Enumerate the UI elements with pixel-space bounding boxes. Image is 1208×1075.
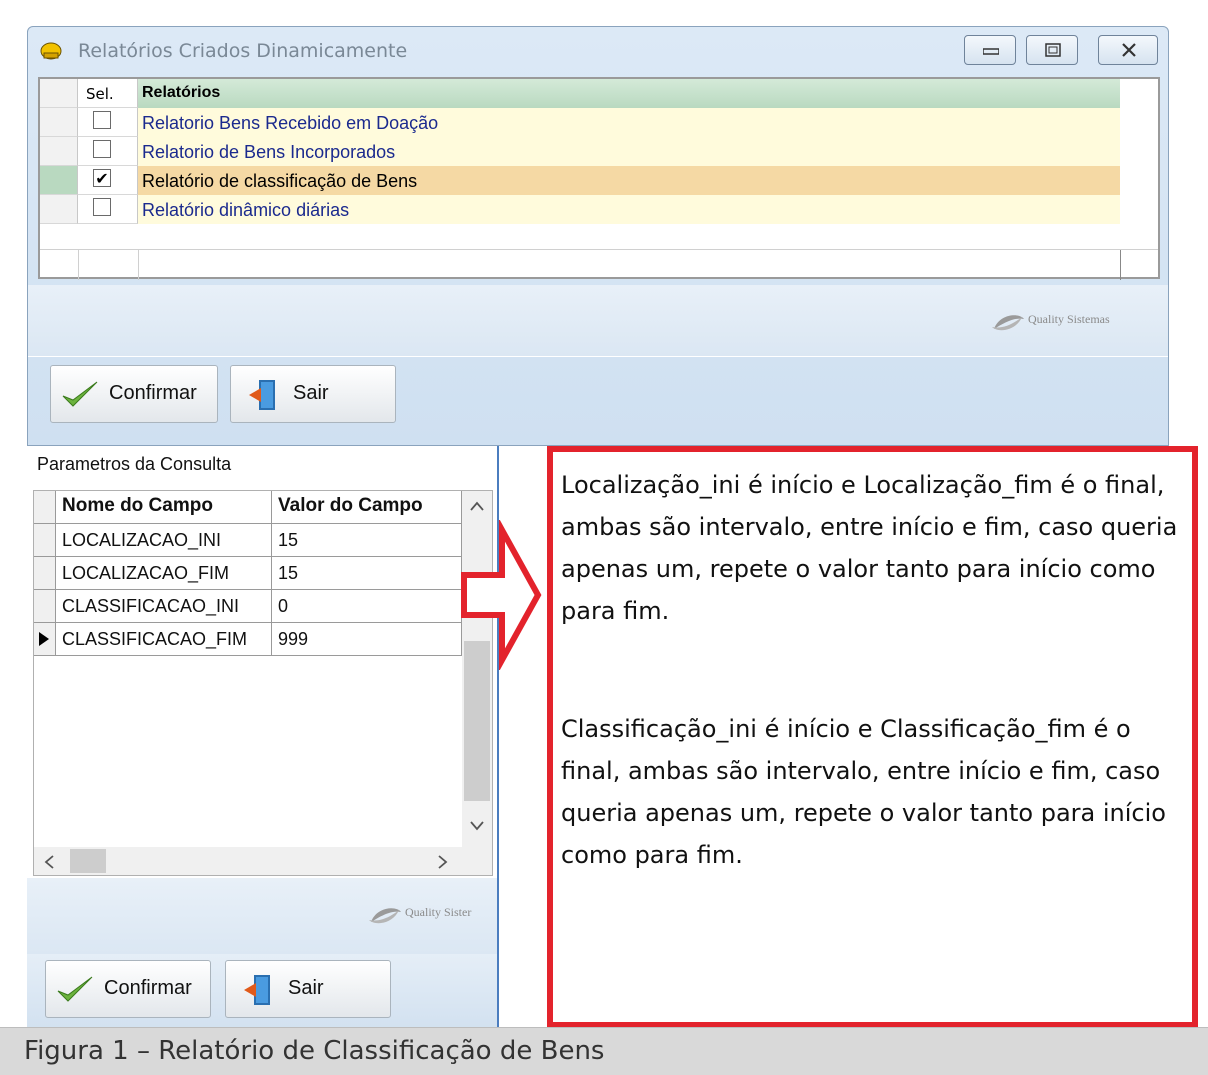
exit-button[interactable]: Sair <box>230 365 396 423</box>
logo-swirl-icon <box>369 908 401 924</box>
window-title: Relatórios Criados Dinamicamente <box>78 40 408 62</box>
checkbox-cell <box>78 137 138 166</box>
params-title: Parametros da Consulta <box>37 454 232 474</box>
confirm-label: Confirmar <box>104 977 192 999</box>
value-column-header[interactable]: Valor do Campo <box>272 491 462 524</box>
report-checkbox[interactable] <box>93 140 111 158</box>
scroll-down-icon[interactable] <box>470 821 484 831</box>
report-row[interactable]: Relatorio de Bens Incorporados <box>40 137 1158 166</box>
row-indicator <box>34 524 56 557</box>
current-row-arrow-icon <box>39 632 49 646</box>
param-row[interactable]: LOCALIZACAO_INI 15 <box>34 524 462 557</box>
logo-bar: Quality Sistemas <box>28 285 1168 357</box>
scroll-left-icon[interactable] <box>44 855 54 869</box>
note-paragraph-classificacao: Classificação_ini é início e Classificaç… <box>561 715 1166 869</box>
param-name: CLASSIFICACAO_INI <box>56 590 272 623</box>
report-label[interactable]: Relatorio Bens Recebido em Doação <box>138 108 1120 137</box>
param-row[interactable]: LOCALIZACAO_FIM 15 <box>34 557 462 590</box>
report-checkbox-checked[interactable]: ✔ <box>93 169 111 188</box>
row-indicator <box>40 79 78 108</box>
report-label[interactable]: Relatório dinâmico diárias <box>138 195 1120 224</box>
row-indicator <box>34 623 56 656</box>
params-logo-bar: Quality Sister <box>27 878 497 954</box>
report-label[interactable]: Relatorio de Bens Incorporados <box>138 137 1120 166</box>
title-bar[interactable]: Relatórios Criados Dinamicamente <box>28 27 1168 77</box>
checkmark-icon <box>62 381 98 407</box>
scroll-right-icon[interactable] <box>438 855 448 869</box>
horizontal-scrollbar[interactable] <box>34 847 462 875</box>
report-row-selected[interactable]: ✔ Relatório de classificação de Bens <box>40 166 1158 195</box>
param-row[interactable]: CLASSIFICACAO_INI 0 <box>34 590 462 623</box>
params-panel: Parametros da Consulta Nome do Campo Val… <box>27 446 499 1030</box>
close-icon <box>1122 43 1136 57</box>
sel-column-header[interactable]: Sel. <box>78 79 138 108</box>
param-row-current[interactable]: CLASSIFICACAO_FIM 999 <box>34 623 462 656</box>
param-value[interactable]: 999 <box>272 623 462 656</box>
confirm-label: Confirmar <box>109 382 197 404</box>
param-name: CLASSIFICACAO_FIM <box>56 623 272 656</box>
params-button-bar: Confirmar Sair <box>27 954 497 1030</box>
reports-grid-header: Sel. Relatórios <box>40 79 1158 108</box>
exit-door-icon <box>249 380 275 410</box>
red-arrow-icon <box>461 520 542 670</box>
divider <box>138 250 139 280</box>
exit-label: Sair <box>293 382 329 404</box>
app-icon <box>40 42 62 60</box>
grid-empty-area <box>34 656 462 847</box>
divider <box>78 250 79 280</box>
checkbox-cell <box>78 195 138 224</box>
row-indicator <box>34 557 56 590</box>
params-confirm-button[interactable]: Confirmar <box>45 960 211 1018</box>
exit-door-icon <box>244 975 270 1005</box>
row-indicator <box>40 166 78 195</box>
row-indicator <box>40 137 78 166</box>
close-button[interactable] <box>1098 35 1158 65</box>
param-value[interactable]: 0 <box>272 590 462 623</box>
row-indicator <box>34 590 56 623</box>
reports-column-header[interactable]: Relatórios <box>138 79 1120 108</box>
logo-text: Quality Sister <box>405 905 472 919</box>
horizontal-scroll-thumb[interactable] <box>70 849 106 873</box>
figure-caption: Figura 1 – Relatório de Classificação de… <box>24 1036 605 1066</box>
logo-text: Quality Sistemas <box>1028 312 1110 326</box>
figure-caption-bar: Figura 1 – Relatório de Classificação de… <box>0 1027 1208 1075</box>
report-row[interactable]: Relatorio Bens Recebido em Doação <box>40 108 1158 137</box>
params-grid: Nome do Campo Valor do Campo LOCALIZACAO… <box>33 490 493 876</box>
reports-grid: Sel. Relatórios Relatorio Bens Recebido … <box>38 77 1160 280</box>
param-value[interactable]: 15 <box>272 524 462 557</box>
report-checkbox[interactable] <box>93 198 111 216</box>
quality-logo: Quality Sistemas <box>990 307 1160 337</box>
row-indicator <box>34 491 56 524</box>
minimize-button[interactable] <box>964 35 1016 65</box>
param-name: LOCALIZACAO_INI <box>56 524 272 557</box>
report-label[interactable]: Relatório de classificação de Bens <box>138 166 1120 195</box>
param-name: LOCALIZACAO_FIM <box>56 557 272 590</box>
checkmark-icon <box>57 976 93 1002</box>
row-indicator <box>40 195 78 224</box>
logo-swirl-icon <box>992 315 1024 331</box>
minimize-icon <box>983 48 999 55</box>
maximize-button[interactable] <box>1026 35 1078 65</box>
explanation-box: Localização_ini é início e Localização_f… <box>547 446 1198 1028</box>
quality-logo: Quality Sister <box>367 900 497 930</box>
divider <box>1120 250 1121 280</box>
report-checkbox[interactable] <box>93 111 111 129</box>
restore-icon <box>1045 43 1061 57</box>
reports-window: Relatórios Criados Dinamicamente Sel. Re… <box>27 26 1169 446</box>
scroll-up-icon[interactable] <box>470 501 484 511</box>
params-grid-header: Nome do Campo Valor do Campo <box>34 491 462 524</box>
confirm-button[interactable]: Confirmar <box>50 365 218 423</box>
exit-label: Sair <box>288 977 324 999</box>
note-paragraph-localizacao: Localização_ini é início e Localização_f… <box>561 471 1178 625</box>
grid-footer-row <box>40 249 1158 280</box>
row-indicator <box>40 108 78 137</box>
name-column-header[interactable]: Nome do Campo <box>56 491 272 524</box>
report-row[interactable]: Relatório dinâmico diárias <box>40 195 1158 224</box>
params-exit-button[interactable]: Sair <box>225 960 391 1018</box>
param-value[interactable]: 15 <box>272 557 462 590</box>
checkbox-cell: ✔ <box>78 166 138 195</box>
checkbox-cell <box>78 108 138 137</box>
